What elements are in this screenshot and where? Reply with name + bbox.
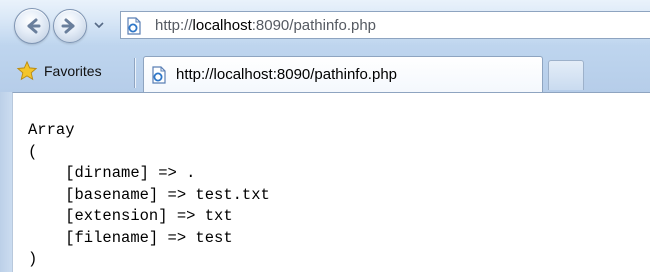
- back-button[interactable]: [14, 8, 50, 44]
- favorites-label: Favorites: [44, 63, 102, 79]
- output-line: [filename] => test: [28, 228, 233, 247]
- chevron-down-icon[interactable]: [94, 20, 104, 30]
- url-suffix: :8090/pathinfo.php: [251, 17, 377, 34]
- output-line: (: [28, 142, 38, 161]
- output-line: [dirname] => .: [28, 164, 196, 182]
- window-frame: [0, 92, 12, 272]
- url-prefix: http://: [155, 17, 193, 34]
- forward-button[interactable]: [53, 9, 87, 43]
- output-line: ): [28, 250, 38, 268]
- tab-active[interactable]: http://localhost:8090/pathinfo.php: [143, 56, 543, 92]
- browser-chrome: http://localhost:8090/pathinfo.php Favor…: [0, 0, 650, 92]
- page-icon: [152, 66, 166, 84]
- url-host: localhost: [192, 17, 252, 34]
- browser-window: http://localhost:8090/pathinfo.php Favor…: [0, 0, 650, 272]
- forward-arrow-icon: [61, 18, 75, 34]
- page-content: Array ( [dirname] => . [basename] => test…: [12, 92, 650, 272]
- toolbar-divider: [134, 58, 135, 88]
- back-arrow-icon: [27, 18, 41, 34]
- php-output: Array ( [dirname] => . [basename] => test…: [28, 120, 270, 271]
- tab-title: http://localhost:8090/pathinfo.php: [176, 66, 398, 83]
- page-icon: [127, 17, 141, 35]
- favorites-button[interactable]: Favorites: [16, 58, 102, 84]
- address-bar[interactable]: http://localhost:8090/pathinfo.php: [120, 11, 650, 39]
- star-icon: [16, 60, 38, 81]
- address-url[interactable]: http://localhost:8090/pathinfo.php: [155, 17, 376, 34]
- output-line: [extension] => txt: [28, 207, 233, 225]
- output-line: [basename] => test.txt: [28, 185, 270, 204]
- output-line: Array: [28, 121, 75, 139]
- new-tab-button[interactable]: [548, 60, 584, 90]
